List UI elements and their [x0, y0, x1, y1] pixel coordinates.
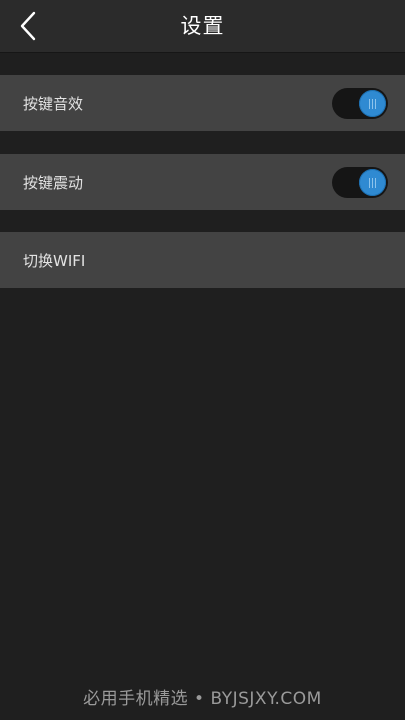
switch-wifi-label: 切换WIFI [23, 251, 86, 270]
key-vibrate-label: 按键震动 [23, 173, 84, 192]
toggle-knob [359, 169, 386, 196]
top-bar: 设置 [0, 0, 405, 53]
knob-grip-icon [369, 177, 376, 188]
key-vibrate-toggle[interactable] [332, 167, 388, 198]
knob-grip-icon [369, 98, 376, 109]
key-sound-toggle[interactable] [332, 88, 388, 119]
key-sound-label: 按键音效 [23, 94, 84, 113]
watermark-text: 必用手机精选 • BYJSJXY.COM [83, 689, 322, 709]
settings-screen: 设置 按键音效 按键震动 切换WIFI 必用手机精选 • BYJSJXY.COM [0, 0, 405, 720]
setting-row-switch-wifi[interactable]: 切换WIFI [0, 232, 405, 288]
toggle-knob [359, 90, 386, 117]
setting-row-key-vibrate: 按键震动 [0, 154, 405, 210]
page-title: 设置 [180, 14, 225, 38]
setting-row-key-sound: 按键音效 [0, 75, 405, 131]
